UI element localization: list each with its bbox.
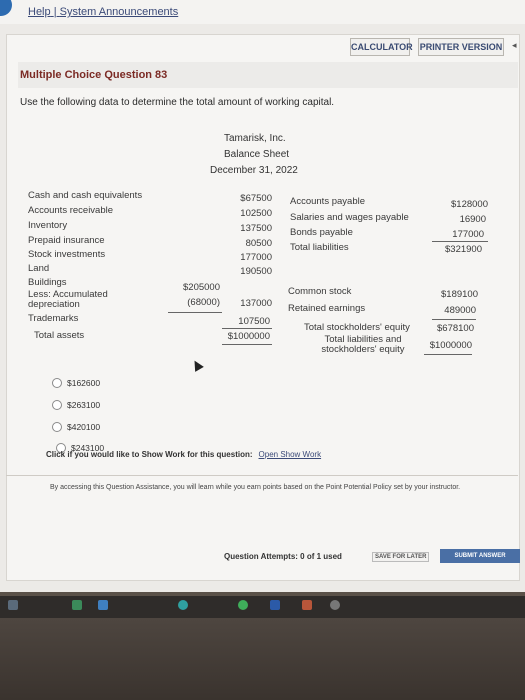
asset-label: Inventory [28, 220, 68, 231]
equity-label: Total liabilities and stockholders' equi… [321, 334, 405, 355]
liability-value: 16900 [459, 214, 486, 225]
top-links: Help | System Announcements [28, 6, 178, 18]
section-divider [6, 475, 518, 476]
asset-label: Prepaid insurance [28, 235, 105, 246]
choice-label: $162600 [67, 378, 101, 388]
divider [432, 319, 476, 320]
chrome-icon[interactable] [238, 600, 248, 610]
asset-label: Total assets [34, 330, 85, 341]
radio-button[interactable] [52, 400, 62, 410]
radio-button[interactable] [52, 422, 62, 432]
asset-label: Cash and cash equivalents [28, 190, 143, 201]
policy-text: By accessing this Question Assistance, y… [50, 484, 461, 491]
asset-label: Accounts receivable [28, 205, 114, 216]
liability-total: $321900 [445, 244, 482, 255]
asset-value: 80500 [245, 238, 272, 249]
divider [222, 328, 272, 329]
answer-choice[interactable]: $263100 [52, 400, 100, 410]
scroll-caret-icon[interactable]: ◂ [512, 40, 517, 51]
asset-value: $205000 [183, 282, 220, 293]
asset-label: Buildings [28, 277, 67, 288]
equity-label: Retained earnings [288, 303, 366, 314]
asset-value: 137500 [240, 223, 272, 234]
browser-icon[interactable] [178, 600, 188, 610]
liability-label: Bonds payable [290, 227, 353, 238]
liability-label: Salaries and wages payable [290, 212, 409, 223]
powerpoint-icon[interactable] [302, 600, 312, 610]
radio-button[interactable] [52, 378, 62, 388]
liability-value: 177000 [452, 229, 484, 240]
divider [424, 354, 472, 355]
grand-total: $1000000 [429, 340, 472, 351]
asset-value: 107500 [238, 316, 270, 327]
liability-label: Total liabilities [290, 242, 349, 253]
divider [168, 312, 222, 313]
asset-value: 190500 [240, 266, 272, 277]
asset-label: Trademarks [28, 313, 79, 324]
save-for-later-button[interactable]: SAVE FOR LATER [372, 552, 430, 562]
asset-total: $1000000 [227, 331, 270, 342]
help-link[interactable]: Help [28, 6, 51, 18]
link-separator: | [53, 6, 57, 18]
system-announcements-link[interactable]: System Announcements [60, 6, 179, 18]
app-icon[interactable] [72, 600, 82, 610]
asset-value: 137000 [240, 298, 272, 309]
equity-value: $189100 [441, 289, 478, 300]
app-logo-icon [0, 0, 12, 16]
printer-version-button[interactable]: PRINTER VERSION [418, 38, 504, 56]
app-icon[interactable] [98, 600, 108, 610]
choice-label: $420100 [67, 422, 101, 432]
desk-surface [0, 618, 525, 700]
equity-value: 489000 [444, 305, 476, 316]
equity-label: Common stock [288, 286, 352, 297]
settings-icon[interactable] [330, 600, 340, 610]
divider [432, 241, 488, 242]
liability-value: $128000 [451, 199, 488, 210]
submit-answer-button[interactable]: SUBMIT ANSWER [440, 549, 520, 563]
top-bar: Help | System Announcements [0, 0, 525, 24]
word-icon[interactable] [270, 600, 280, 610]
asset-label: Land [28, 263, 50, 274]
answer-choice[interactable]: $162600 [52, 378, 100, 388]
show-work-row: Click if you would like to Show Work for… [46, 450, 321, 459]
asset-subvalue: (68000) [187, 297, 220, 308]
question-attempts: Question Attempts: 0 of 1 used [224, 552, 342, 561]
question-prompt: Use the following data to determine the … [20, 97, 335, 108]
choice-label: $263100 [67, 400, 101, 410]
company-name: Tamarisk, Inc. [224, 133, 286, 144]
browser-screen: Help | System Announcements CALCULATOR P… [0, 0, 525, 592]
asset-value: 177000 [240, 252, 272, 263]
question-title: Multiple Choice Question 83 [20, 69, 168, 81]
asset-label: Stock investments [28, 249, 106, 260]
start-icon[interactable] [8, 600, 18, 610]
open-show-work-link[interactable]: Open Show Work [259, 450, 322, 459]
liability-label: Accounts payable [290, 196, 365, 207]
equity-label: Total stockholders' equity [304, 322, 410, 333]
calculator-button[interactable]: CALCULATOR [350, 38, 413, 56]
statement-date: December 31, 2022 [210, 165, 298, 176]
divider [222, 344, 272, 345]
asset-label: Less: Accumulated depreciation [28, 289, 108, 310]
show-work-text: Click if you would like to Show Work for… [46, 450, 253, 459]
statement-name: Balance Sheet [224, 149, 290, 160]
asset-value: 102500 [240, 208, 272, 219]
asset-value: $67500 [240, 193, 272, 204]
answer-choice[interactable]: $420100 [52, 422, 100, 432]
equity-total: $678100 [437, 323, 474, 334]
